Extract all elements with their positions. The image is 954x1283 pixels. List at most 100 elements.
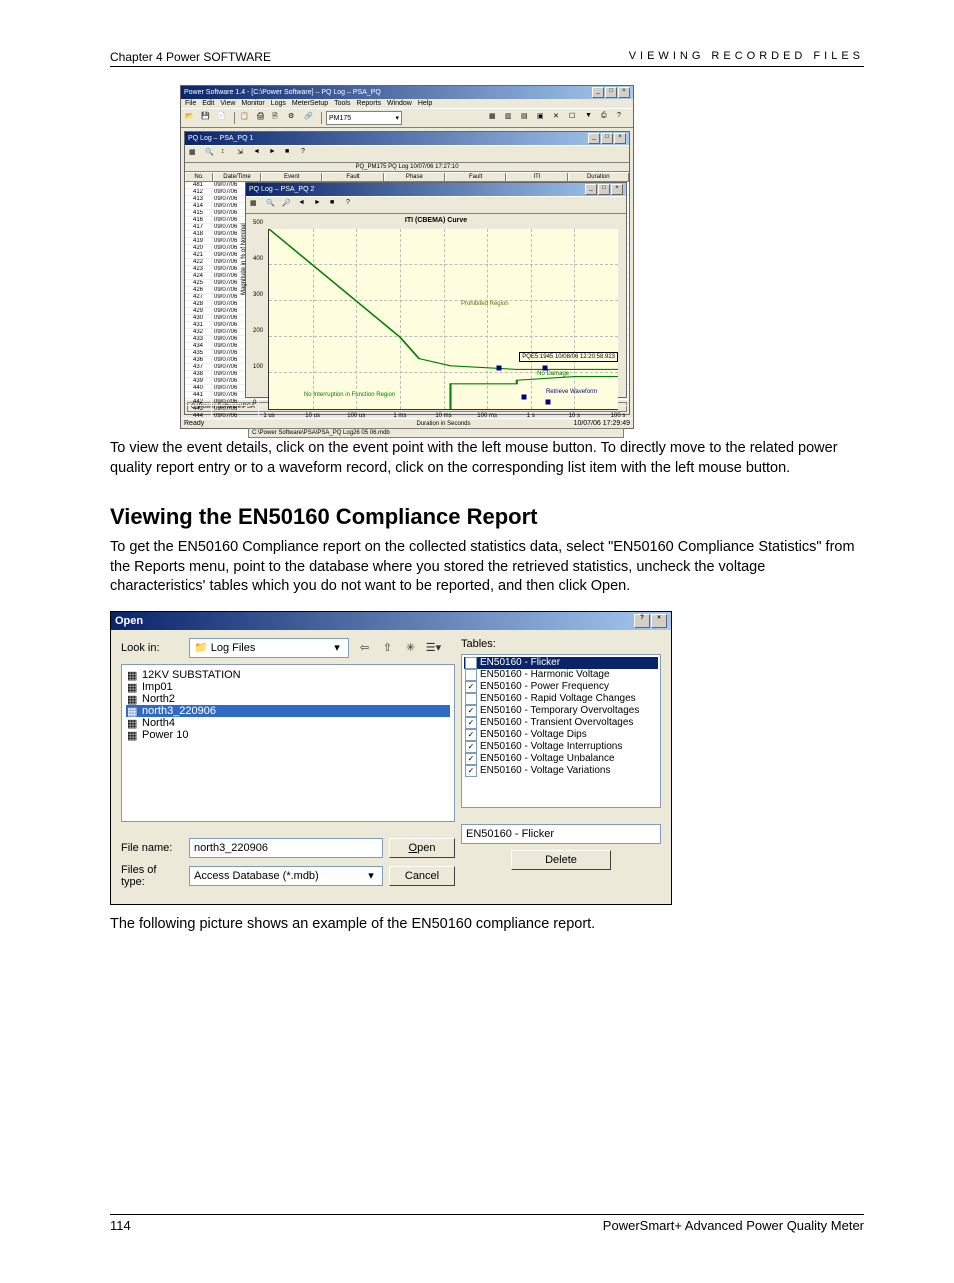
views-icon[interactable]: ☰▾: [424, 639, 443, 657]
file-list[interactable]: ▦12KV SUBSTATION▦Imp01▦North2▦north3_220…: [121, 664, 455, 822]
minimize-icon[interactable]: _: [592, 87, 604, 98]
event-point[interactable]: [542, 366, 547, 371]
nav-icon[interactable]: ►: [268, 147, 282, 161]
delete-button[interactable]: Delete: [511, 850, 611, 870]
event-point[interactable]: [497, 366, 502, 371]
checkbox[interactable]: ✓: [465, 705, 477, 717]
tool-icon[interactable]: ▥: [504, 111, 518, 125]
help-icon[interactable]: ?: [300, 147, 314, 161]
col-phase[interactable]: Phase: [384, 173, 445, 181]
minimize-icon[interactable]: _: [585, 184, 597, 195]
grid-icon[interactable]: ▦: [188, 147, 202, 161]
menu-monitor[interactable]: Monitor: [241, 100, 264, 107]
inner1-titlebar[interactable]: PQ Log – PSA_PQ 1 _ □ ×: [185, 132, 629, 145]
col-no[interactable]: No.: [185, 173, 213, 181]
close-icon[interactable]: ×: [614, 133, 626, 144]
file-item[interactable]: ▦North2: [126, 693, 450, 705]
checkbox[interactable]: ✓: [465, 741, 477, 753]
back-icon[interactable]: ⇦: [355, 639, 374, 657]
menu-metersetup[interactable]: MeterSetup: [292, 100, 328, 107]
file-item[interactable]: ▦Power 10: [126, 729, 450, 741]
close-icon[interactable]: ×: [611, 184, 623, 195]
checkbox[interactable]: [465, 669, 477, 681]
tool-icon[interactable]: ▼: [584, 111, 598, 125]
col-duration[interactable]: Duration: [568, 173, 629, 181]
table-item[interactable]: EN50160 - Rapid Voltage Changes: [464, 693, 658, 705]
chart-area[interactable]: 0 100 200 300 400 500 1 us 10 us 100 us …: [268, 229, 618, 410]
save-icon[interactable]: 💾: [200, 111, 214, 125]
table-item[interactable]: ✓EN50160 - Temporary Overvoltages: [464, 705, 658, 717]
grid-icon[interactable]: ▦: [249, 198, 263, 212]
table-row[interactable]: 44409/07/06: [185, 413, 629, 420]
close-icon[interactable]: ×: [651, 614, 667, 628]
print-icon[interactable]: 🖨: [255, 111, 269, 125]
nav-icon[interactable]: ◄: [297, 198, 311, 212]
lookin-combo[interactable]: 📁 Log Files ▾: [189, 638, 349, 658]
maximize-icon[interactable]: □: [605, 87, 617, 98]
zoomout-icon[interactable]: 🔎: [281, 198, 295, 212]
help-icon[interactable]: ?: [634, 614, 650, 628]
filetype-combo[interactable]: Access Database (*.mdb) ▾: [189, 866, 383, 886]
export-icon[interactable]: ⇲: [236, 147, 250, 161]
checkbox[interactable]: [465, 693, 477, 705]
stop-icon[interactable]: ■: [329, 198, 343, 212]
checkbox[interactable]: ✓: [465, 717, 477, 729]
copy-icon[interactable]: 📋: [239, 111, 253, 125]
close-icon[interactable]: ×: [618, 87, 630, 98]
nav-icon[interactable]: ◄: [252, 147, 266, 161]
table-item[interactable]: ✓EN50160 - Transient Overvoltages: [464, 717, 658, 729]
stop-icon[interactable]: ■: [284, 147, 298, 161]
tool-icon[interactable]: ✕: [552, 111, 566, 125]
zoom-icon[interactable]: 🔍: [265, 198, 279, 212]
minimize-icon[interactable]: _: [588, 133, 600, 144]
dialog-titlebar[interactable]: Open ? ×: [111, 612, 671, 630]
settings-icon[interactable]: ⚙: [287, 111, 301, 125]
col-datetime[interactable]: Date/Time: [213, 173, 261, 181]
tool-icon[interactable]: ▦: [488, 111, 502, 125]
table-item[interactable]: ✓EN50160 - Voltage Variations: [464, 765, 658, 777]
checkbox[interactable]: ✓: [465, 729, 477, 741]
table-item[interactable]: EN50160 - Harmonic Voltage: [464, 669, 658, 681]
col-iti[interactable]: ITI: [506, 173, 567, 181]
file-item[interactable]: ▦Imp01: [126, 681, 450, 693]
menu-tools[interactable]: Tools: [334, 100, 350, 107]
tool-icon[interactable]: ▣: [536, 111, 550, 125]
sort-icon[interactable]: ↕: [220, 147, 234, 161]
table-item[interactable]: ✓EN50160 - Voltage Dips: [464, 729, 658, 741]
newfolder-icon[interactable]: ✳: [401, 639, 420, 657]
help-icon[interactable]: ?: [345, 198, 359, 212]
table-item[interactable]: ✓EN50160 - Power Frequency: [464, 681, 658, 693]
device-combo[interactable]: PM175 ▾: [326, 111, 402, 125]
cancel-button[interactable]: Cancel: [389, 866, 455, 886]
maximize-icon[interactable]: □: [598, 184, 610, 195]
event-point[interactable]: [546, 400, 551, 405]
tool-icon[interactable]: ▤: [520, 111, 534, 125]
retrieve-label[interactable]: Retrieve Waveform: [546, 389, 597, 395]
menu-edit[interactable]: Edit: [202, 100, 214, 107]
checkbox[interactable]: ✓: [465, 765, 477, 777]
menu-logs[interactable]: Logs: [271, 100, 286, 107]
report-icon[interactable]: 📄: [216, 111, 230, 125]
table-item[interactable]: ✓EN50160 - Voltage Unbalance: [464, 753, 658, 765]
tool-icon[interactable]: ⎙: [600, 111, 614, 125]
event-point[interactable]: [521, 394, 526, 399]
menu-view[interactable]: View: [220, 100, 235, 107]
checkbox[interactable]: [465, 657, 477, 669]
link-icon[interactable]: 🔗: [303, 111, 317, 125]
file-item[interactable]: ▦12KV SUBSTATION: [126, 669, 450, 681]
col-fault[interactable]: Fault: [322, 173, 383, 181]
open-button[interactable]: Open: [389, 838, 455, 858]
tool-icon[interactable]: ☐: [568, 111, 582, 125]
col-event[interactable]: Event: [261, 173, 322, 181]
checkbox[interactable]: ✓: [465, 681, 477, 693]
col-fault2[interactable]: Fault: [445, 173, 506, 181]
open-icon[interactable]: 📂: [184, 111, 198, 125]
menu-help[interactable]: Help: [418, 100, 432, 107]
up-icon[interactable]: ⇧: [378, 639, 397, 657]
filename-input[interactable]: north3_220906: [189, 838, 383, 858]
inner2-titlebar[interactable]: PQ Log – PSA_PQ 2 _ □ ×: [246, 183, 626, 196]
menu-reports[interactable]: Reports: [356, 100, 381, 107]
tool-icon[interactable]: ?: [616, 111, 630, 125]
main-titlebar[interactable]: Power Software 1.4 - [C:\Power Software]…: [181, 86, 633, 99]
table-item[interactable]: EN50160 - Flicker: [464, 657, 658, 669]
